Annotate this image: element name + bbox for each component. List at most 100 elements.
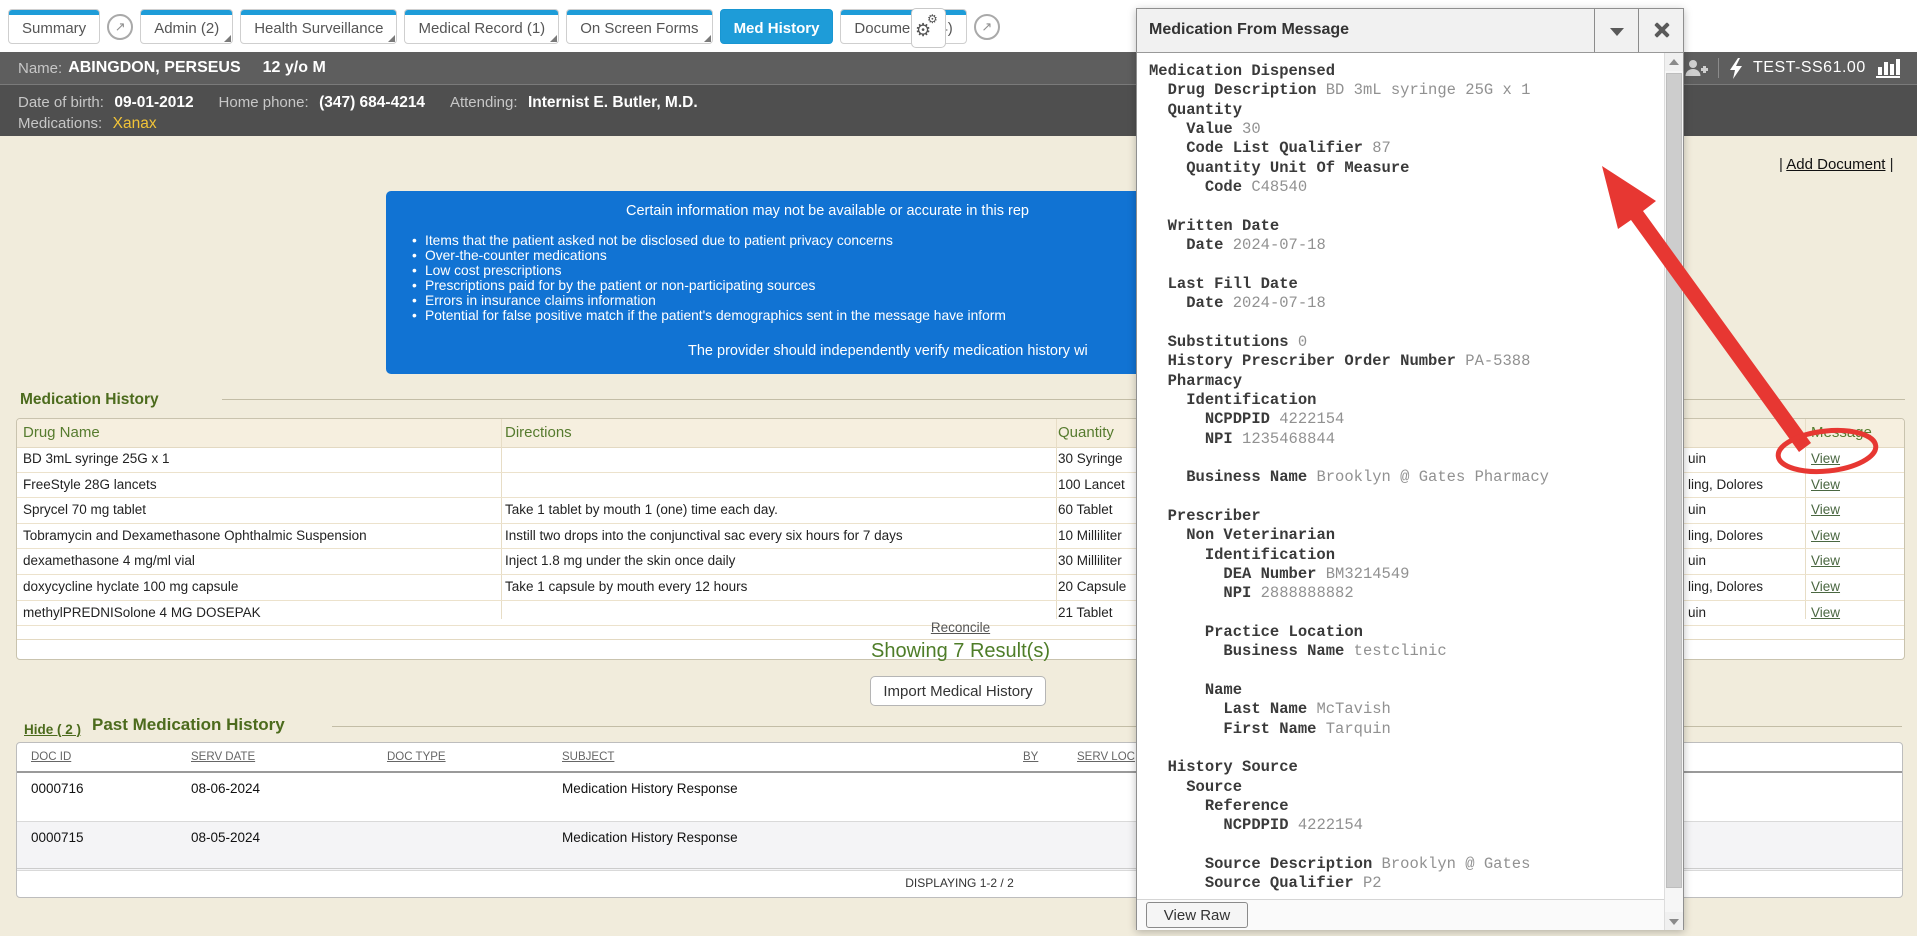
field-label: Written Date xyxy=(1168,217,1280,235)
message-cell: View xyxy=(1811,477,1840,492)
add-person-icon[interactable] xyxy=(1684,59,1708,77)
col-serv-date[interactable]: SERV DATE xyxy=(191,751,255,763)
fold-corner-icon xyxy=(704,35,711,42)
medications-label: Medications: xyxy=(18,115,102,132)
field-value: McTavish xyxy=(1307,700,1391,718)
message-line: Last Fill Date xyxy=(1149,275,1549,294)
field-label: Quantity Unit Of Measure xyxy=(1186,159,1409,177)
drug-name-cell: Tobramycin and Dexamethasone Ophthalmic … xyxy=(23,528,367,543)
message-line: History Prescriber Order Number PA-5388 xyxy=(1149,352,1549,371)
field-label: NCPDPID xyxy=(1223,816,1288,834)
medication-from-message-dialog: Medication From Message Medication Dispe… xyxy=(1136,8,1684,930)
message-line xyxy=(1149,313,1549,332)
col-subject[interactable]: SUBJECT xyxy=(562,751,614,763)
disclaimer-bullet: Prescriptions paid for by the patient or… xyxy=(408,279,1006,294)
hide-past-history-link[interactable]: Hide ( 2 ) xyxy=(24,722,81,737)
tab-on-screen-forms[interactable]: On Screen Forms xyxy=(566,9,712,44)
col-doc-type[interactable]: DOC TYPE xyxy=(387,751,446,763)
settings-gear-button[interactable]: ⚙ ⚙ xyxy=(911,8,946,48)
tab-med-history[interactable]: Med History xyxy=(720,9,834,44)
add-document-link[interactable]: Add Document xyxy=(1786,156,1885,173)
message-line xyxy=(1149,739,1549,758)
message-cell: View xyxy=(1811,605,1840,620)
message-line: Code List Qualifier 87 xyxy=(1149,139,1549,158)
tab-summary[interactable]: Summary xyxy=(8,9,100,44)
view-message-link[interactable]: View xyxy=(1811,605,1840,620)
directions-cell: Take 1 capsule by mouth every 12 hours xyxy=(505,579,747,594)
dialog-minimize-button[interactable] xyxy=(1594,9,1639,52)
tab-admin-2[interactable]: Admin (2) xyxy=(140,9,233,44)
subject-cell: Medication History Response xyxy=(562,781,738,796)
view-raw-button[interactable]: View Raw xyxy=(1146,902,1248,928)
dialog-scrollbar[interactable] xyxy=(1664,53,1683,930)
field-label: Non Veterinarian xyxy=(1186,526,1335,544)
medication-history-title: Medication History xyxy=(20,391,159,409)
dialog-header[interactable]: Medication From Message xyxy=(1137,9,1683,53)
disclaimer-bullet-list: Items that the patient asked not be disc… xyxy=(408,234,1006,323)
view-message-link[interactable]: View xyxy=(1811,451,1840,466)
scrollbar-thumb[interactable] xyxy=(1666,73,1682,888)
scroll-down-button[interactable] xyxy=(1665,912,1683,930)
view-message-link[interactable]: View xyxy=(1811,477,1840,492)
field-value: 4222154 xyxy=(1289,816,1363,834)
field-value: 87 xyxy=(1363,139,1391,157)
field-label: Date xyxy=(1186,236,1223,254)
directions-cell: Instill two drops into the conjunctival … xyxy=(505,528,903,543)
col-by[interactable]: BY xyxy=(1023,751,1038,763)
field-value: 1235468844 xyxy=(1233,430,1335,448)
patient-name: ABINGDON, PERSEUS xyxy=(68,59,240,77)
view-message-link[interactable]: View xyxy=(1811,553,1840,568)
tab-label: Health Surveillance xyxy=(254,20,383,37)
patient-demographics-line: Date of birth: 09-01-2012 Home phone: (3… xyxy=(18,94,698,112)
disclaimer-footer: The provider should independently verify… xyxy=(688,343,1088,359)
tab-documents-4[interactable]: Documents (4) xyxy=(840,9,966,44)
view-message-link[interactable]: View xyxy=(1811,502,1840,517)
tab-label: Medical Record (1) xyxy=(418,20,545,37)
pipe-right: | xyxy=(1885,156,1893,173)
col-doc-id[interactable]: DOC ID xyxy=(31,751,71,763)
message-line: Last Name McTavish xyxy=(1149,700,1549,719)
view-message-link[interactable]: View xyxy=(1811,579,1840,594)
lightning-bolt-icon[interactable] xyxy=(1729,58,1743,79)
col-directions: Directions xyxy=(505,424,572,441)
field-label: Business Name xyxy=(1186,468,1307,486)
prescriber-cell: uin xyxy=(1688,502,1706,517)
reconcile-link[interactable]: Reconcile xyxy=(931,620,990,635)
field-label: Code List Qualifier xyxy=(1186,139,1363,157)
drug-name-cell: dexamethasone 4 mg/ml vial xyxy=(23,553,195,568)
import-medical-history-button[interactable]: Import Medical History xyxy=(870,676,1046,706)
quantity-cell: 100 Lancet xyxy=(1058,477,1125,492)
field-label: History Prescriber Order Number xyxy=(1168,352,1456,370)
field-value: C48540 xyxy=(1242,178,1307,196)
add-document-area: | Add Document | xyxy=(1779,156,1894,173)
field-label: Practice Location xyxy=(1205,623,1363,641)
message-line: NPI 1235468844 xyxy=(1149,430,1549,449)
message-line: History Source xyxy=(1149,758,1549,777)
field-value: PA-5388 xyxy=(1456,352,1530,370)
message-line xyxy=(1149,449,1549,468)
tab-strip: Summary ↗ Admin (2) Health Surveillance Medi… xyxy=(8,9,1000,44)
field-label: Last Name xyxy=(1223,700,1307,718)
message-cell: View xyxy=(1811,553,1840,568)
col-serv-loc[interactable]: SERV LOC xyxy=(1077,751,1135,763)
field-label: Source xyxy=(1186,778,1242,796)
field-value: 30 xyxy=(1233,120,1261,138)
open-popup-arrow-icon[interactable]: ↗ xyxy=(974,14,1000,40)
message-line xyxy=(1149,836,1549,855)
tab-health-surveillance[interactable]: Health Surveillance xyxy=(240,9,397,44)
triangle-down-icon xyxy=(1669,919,1679,925)
message-line: Practice Location xyxy=(1149,623,1549,642)
open-popup-arrow-icon[interactable]: ↗ xyxy=(107,14,133,40)
bar-chart-icon[interactable] xyxy=(1876,58,1900,78)
message-line xyxy=(1149,604,1549,623)
scroll-up-button[interactable] xyxy=(1665,53,1683,71)
message-line: Business Name testclinic xyxy=(1149,642,1549,661)
message-line: Date 2024-07-18 xyxy=(1149,294,1549,313)
tab-medical-record-1[interactable]: Medical Record (1) xyxy=(404,9,559,44)
dialog-close-button[interactable] xyxy=(1638,9,1683,52)
view-message-link[interactable]: View xyxy=(1811,528,1840,543)
message-line: Substitutions 0 xyxy=(1149,333,1549,352)
message-line xyxy=(1149,255,1549,274)
medications-value[interactable]: Xanax xyxy=(113,115,157,132)
field-label: Pharmacy xyxy=(1168,372,1242,390)
